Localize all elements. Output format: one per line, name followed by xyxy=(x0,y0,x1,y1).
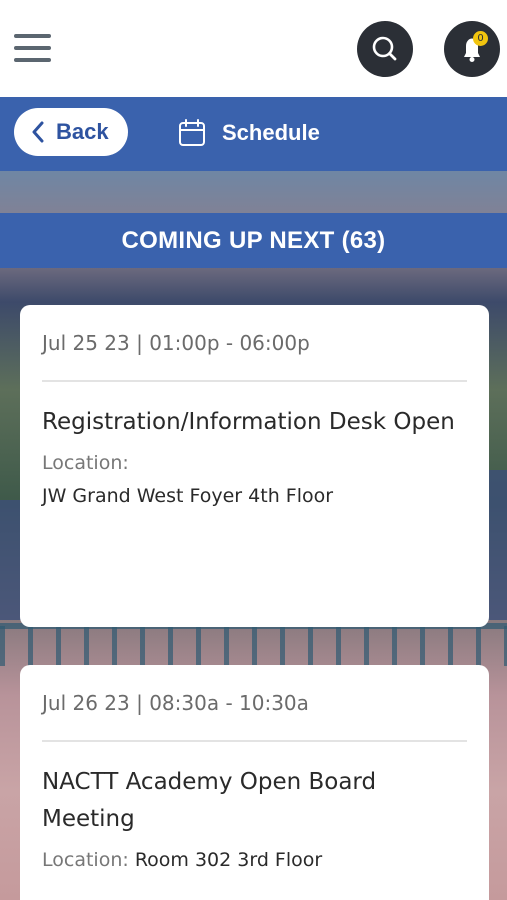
hamburger-menu-icon[interactable] xyxy=(14,34,52,64)
schedule-heading: Schedule xyxy=(178,117,320,149)
railing-decoration xyxy=(0,626,507,666)
event-location-label: Location: xyxy=(42,452,129,474)
bell-icon xyxy=(464,38,480,62)
event-location-label: Location: xyxy=(42,849,129,871)
schedule-label: Schedule xyxy=(222,120,320,145)
event-location: Room 302 3rd Floor xyxy=(134,849,323,871)
event-location-row: Location: Room 302 3rd Floor xyxy=(42,844,467,877)
calendar-icon xyxy=(179,119,205,146)
search-icon xyxy=(372,36,397,61)
event-time: Jul 25 23 | 01:00p - 06:00p xyxy=(42,305,467,382)
notifications-button[interactable]: 0 xyxy=(444,21,500,77)
back-label: Back xyxy=(56,119,109,144)
back-button[interactable]: Back xyxy=(14,108,128,156)
coming-up-next-banner: COMING UP NEXT (63) xyxy=(0,213,507,268)
notification-count-badge: 0 xyxy=(473,31,488,46)
navigation-bar: Back Schedule xyxy=(0,97,507,171)
event-title: Registration/Information Desk Open xyxy=(42,409,455,435)
event-title: NACTT Academy Open Board Meeting xyxy=(42,769,377,832)
event-time: Jul 26 23 | 08:30a - 10:30a xyxy=(42,665,467,742)
event-location: JW Grand West Foyer 4th Floor xyxy=(42,485,334,507)
chevron-left-icon xyxy=(32,121,44,143)
top-bar: 0 xyxy=(0,0,507,97)
event-card[interactable]: Jul 26 23 | 08:30a - 10:30a NACTT Academ… xyxy=(20,665,489,900)
event-card[interactable]: Jul 25 23 | 01:00p - 06:00p Registration… xyxy=(20,305,489,627)
search-button[interactable] xyxy=(357,21,413,77)
